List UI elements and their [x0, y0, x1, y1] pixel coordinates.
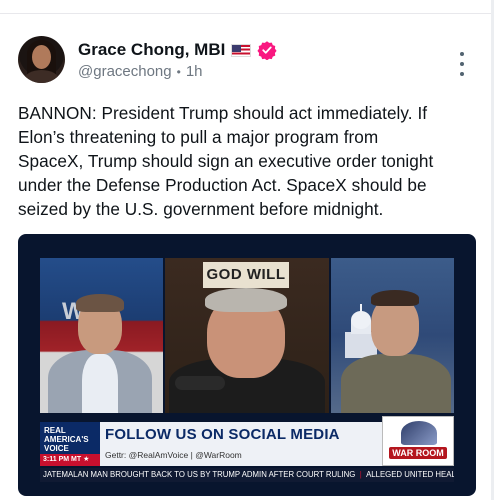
- post-card[interactable]: Grace Chong, MBI @gracechong • 1h BANNON…: [0, 14, 494, 500]
- author-handle[interactable]: @gracechong: [78, 63, 172, 80]
- network-logo: REAL AMERICA'S VOICE 3:11 PM MT ★: [40, 422, 100, 466]
- post-video[interactable]: WAR GOD WILL REAL: [18, 234, 476, 496]
- meta-row: @gracechong • 1h: [78, 63, 203, 80]
- post-text: BANNON: President Trump should act immed…: [18, 103, 434, 219]
- eagle-icon: [401, 421, 437, 445]
- lower-third: REAL AMERICA'S VOICE 3:11 PM MT ★ FOLLOW…: [40, 416, 454, 466]
- meta-separator: •: [176, 64, 181, 79]
- verified-badge-icon: [257, 41, 277, 60]
- author-row: Grace Chong, MBI: [78, 38, 277, 62]
- background-sign: GOD WILL: [203, 262, 289, 288]
- video-panel-left: WAR: [40, 258, 163, 413]
- video-panel-center: GOD WILL: [165, 258, 329, 413]
- post-time[interactable]: 1h: [186, 63, 203, 80]
- video-panel-right: [331, 258, 454, 413]
- avatar[interactable]: [18, 36, 65, 83]
- news-ticker: JATEMALAN MAN BROUGHT BACK TO US BY TRUM…: [40, 468, 454, 482]
- lower-third-headline: FOLLOW US ON SOCIAL MEDIA: [105, 426, 340, 443]
- top-divider: [0, 0, 494, 14]
- warroom-logo: WAR ROOM: [382, 416, 454, 466]
- us-flag-icon: [231, 43, 252, 57]
- more-options-icon[interactable]: [452, 52, 472, 76]
- lower-third-subline: Gettr: @RealAmVoice | @WarRoom: [105, 450, 242, 460]
- broadcast-time: 3:11 PM MT ★: [40, 454, 100, 466]
- author-name[interactable]: Grace Chong, MBI: [78, 40, 225, 60]
